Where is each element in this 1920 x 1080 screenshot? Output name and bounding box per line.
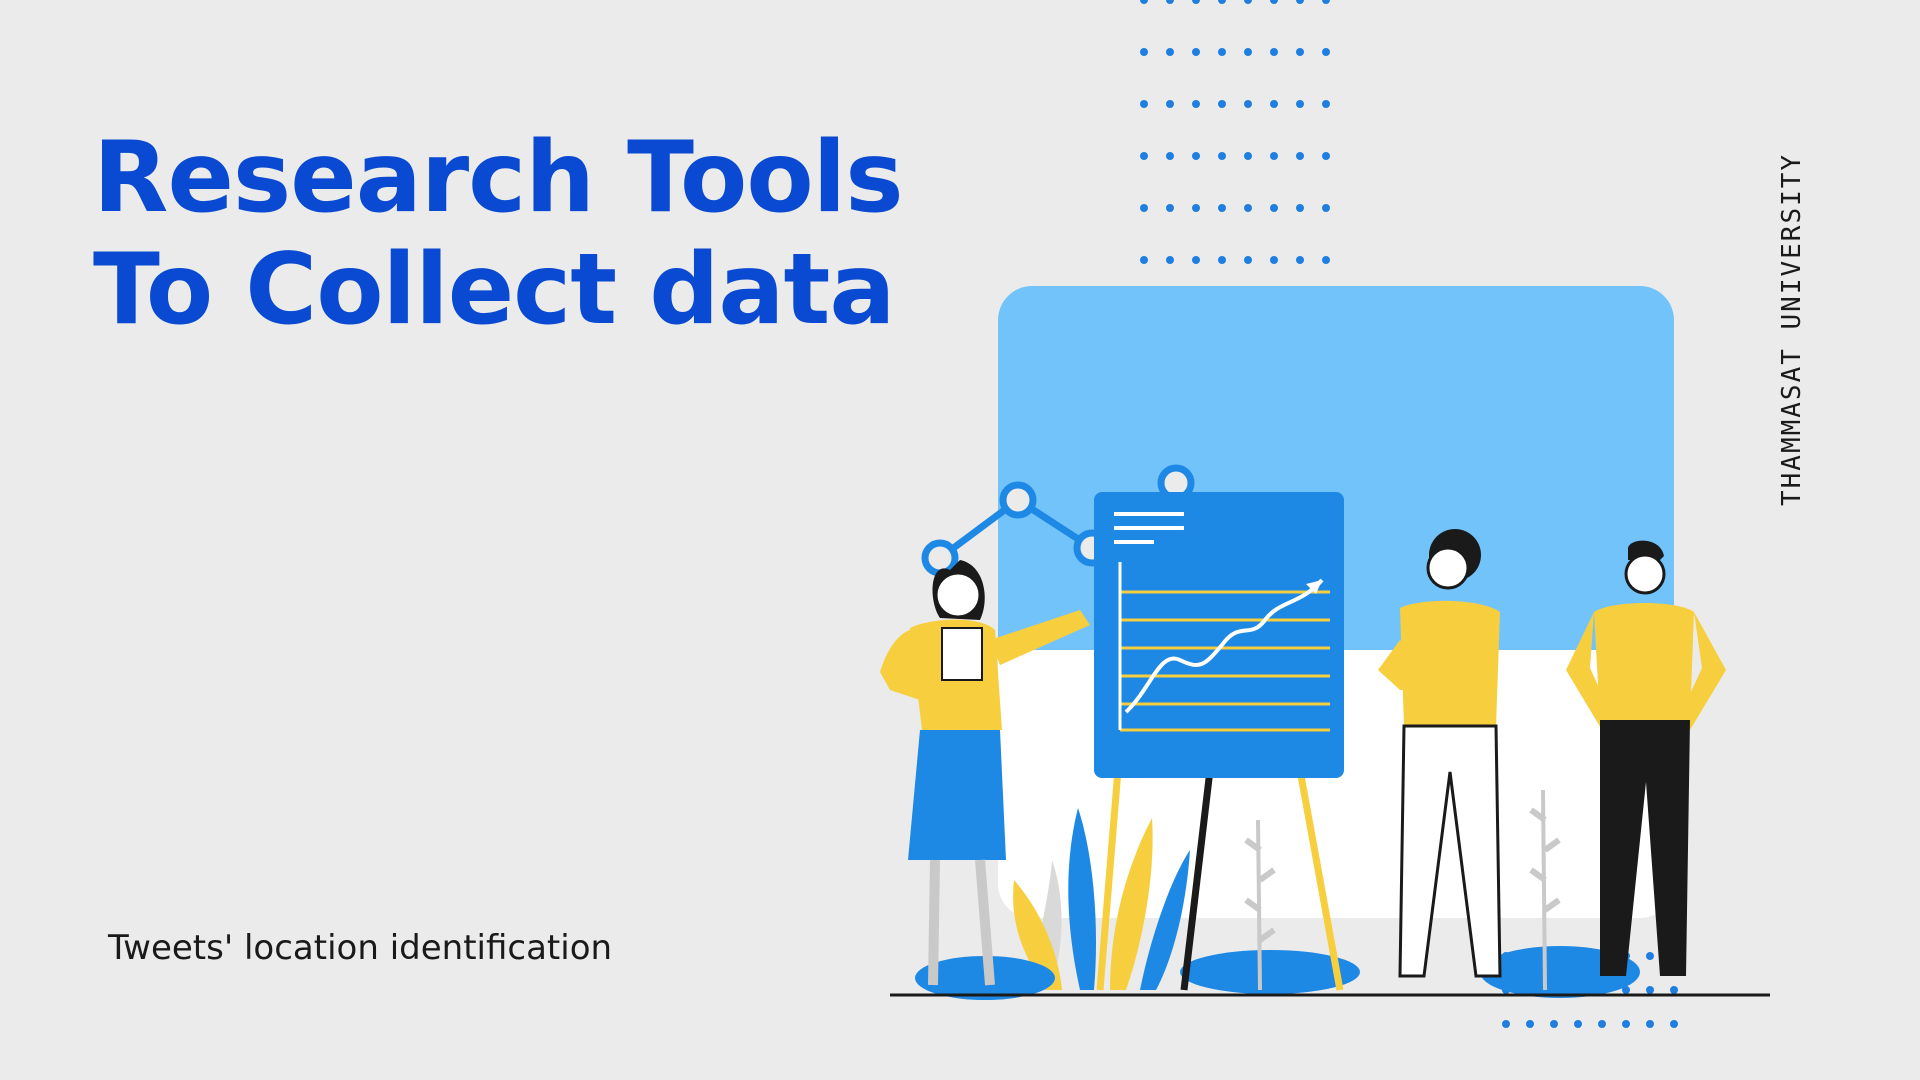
- grid-dot: [1192, 48, 1200, 56]
- chart-board: [1094, 492, 1344, 778]
- grid-dot: [1270, 152, 1278, 160]
- grid-dot: [1270, 256, 1278, 264]
- grid-dot: [1192, 204, 1200, 212]
- grid-dot: [1244, 0, 1252, 4]
- grid-dot: [1140, 152, 1148, 160]
- grid-dot: [1646, 986, 1654, 994]
- grid-dot: [1322, 100, 1330, 108]
- grid-dot: [1322, 204, 1330, 212]
- grid-dot: [1622, 1020, 1630, 1028]
- grid-dot: [1296, 48, 1304, 56]
- grid-dot: [1166, 204, 1174, 212]
- grid-dot: [1322, 256, 1330, 264]
- grid-dot: [1296, 100, 1304, 108]
- grid-dot: [1192, 152, 1200, 160]
- grid-dot: [1296, 256, 1304, 264]
- grid-dot: [1218, 100, 1226, 108]
- grid-dot: [1244, 204, 1252, 212]
- grid-dot: [1646, 952, 1654, 960]
- grid-dot: [1140, 0, 1148, 4]
- grid-dot: [1166, 48, 1174, 56]
- grid-dot: [1192, 100, 1200, 108]
- dot-grid-top-icon: [1140, 0, 1330, 264]
- grid-dot: [1140, 100, 1148, 108]
- grid-dot: [1244, 256, 1252, 264]
- grid-dot: [1296, 152, 1304, 160]
- grid-dot: [1322, 0, 1330, 4]
- grid-dot: [1140, 204, 1148, 212]
- grid-dot: [1218, 0, 1226, 4]
- grid-dot: [1574, 1020, 1582, 1028]
- grid-dot: [1322, 48, 1330, 56]
- grid-dot: [1270, 0, 1278, 4]
- grid-dot: [1166, 256, 1174, 264]
- grid-dot: [1296, 0, 1304, 4]
- grid-dot: [1598, 1020, 1606, 1028]
- grid-dot: [1166, 0, 1174, 4]
- grid-dot: [1192, 0, 1200, 4]
- grid-dot: [1322, 152, 1330, 160]
- grid-dot: [1166, 152, 1174, 160]
- grid-dot: [1192, 256, 1200, 264]
- grid-dot: [1218, 256, 1226, 264]
- grid-dot: [1550, 1020, 1558, 1028]
- grid-dot: [1244, 100, 1252, 108]
- grid-dot: [1244, 152, 1252, 160]
- grid-dot: [1270, 204, 1278, 212]
- illustration: [880, 0, 1770, 1028]
- grid-dot: [1270, 48, 1278, 56]
- grid-dot: [1140, 48, 1148, 56]
- grid-dot: [1646, 1020, 1654, 1028]
- slide: Research Tools To Collect data Tweets' l…: [0, 0, 1920, 1080]
- grid-dot: [1218, 204, 1226, 212]
- grid-dot: [1296, 204, 1304, 212]
- grid-dot: [1244, 48, 1252, 56]
- grid-dot: [1270, 100, 1278, 108]
- grid-dot: [1218, 48, 1226, 56]
- grid-dot: [1218, 152, 1226, 160]
- grid-dot: [1670, 1020, 1678, 1028]
- grid-dot: [1166, 100, 1174, 108]
- grid-dot: [1670, 986, 1678, 994]
- grid-dot: [1526, 1020, 1534, 1028]
- grid-dot: [1502, 1020, 1510, 1028]
- grid-dot: [1140, 256, 1148, 264]
